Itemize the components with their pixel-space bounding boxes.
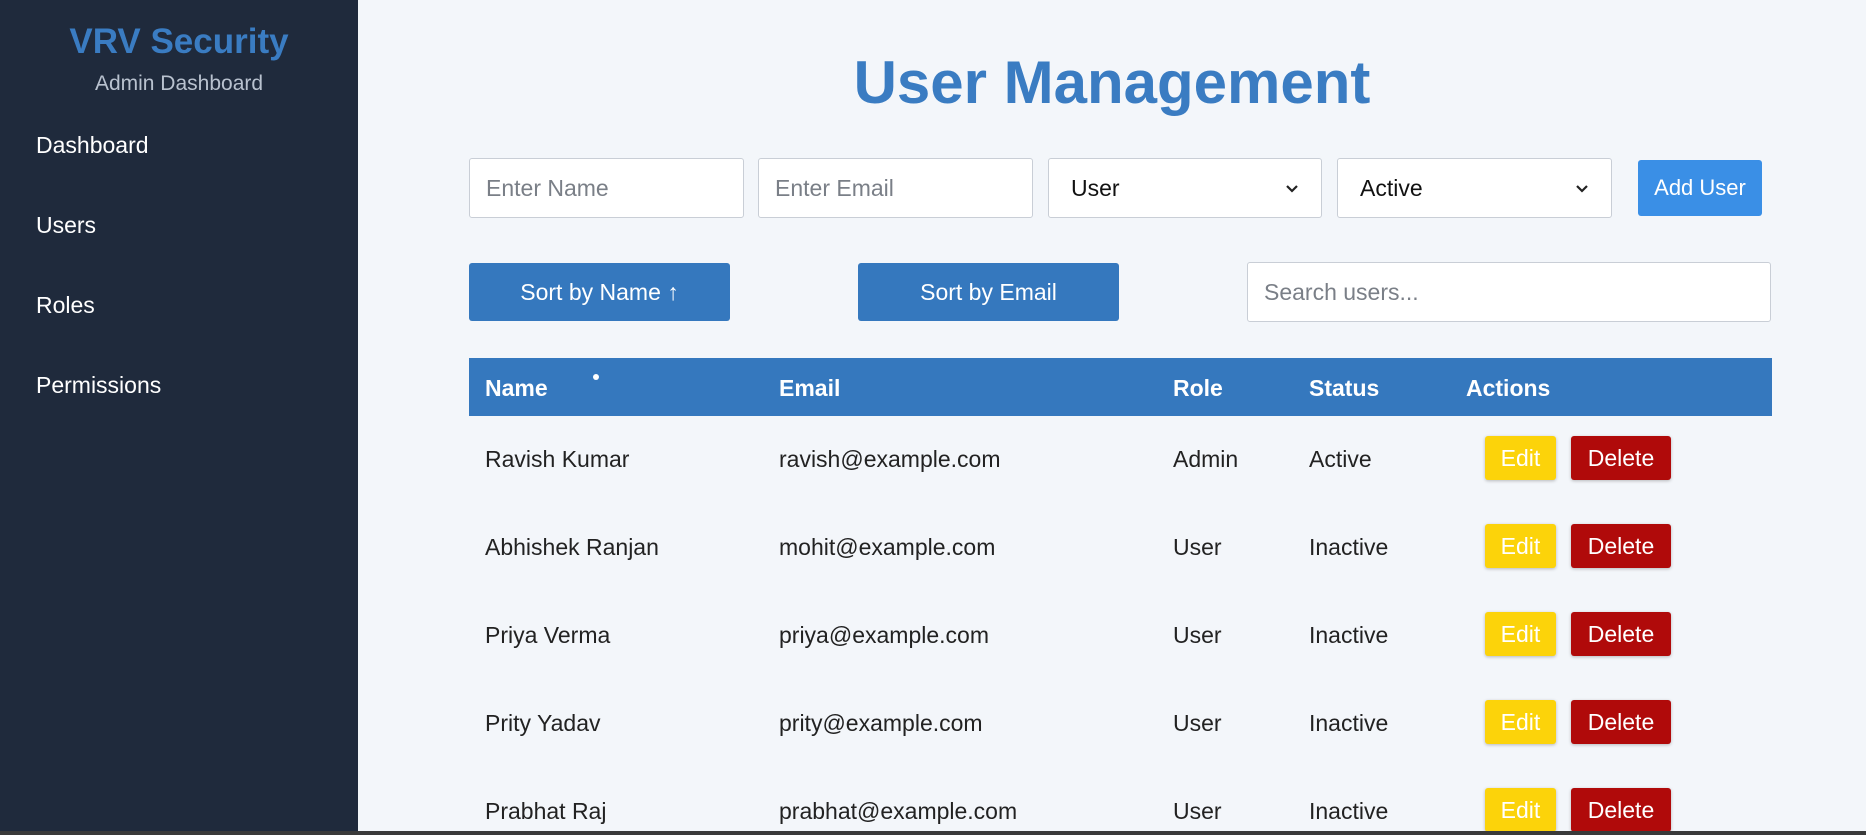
email-input[interactable] bbox=[758, 158, 1033, 218]
cell-email: ravish@example.com bbox=[779, 446, 1001, 472]
cell-name: Ravish Kumar bbox=[485, 446, 630, 472]
users-table: Name Email Role Status Actions Ravish Ku… bbox=[469, 358, 1772, 835]
status-select[interactable]: Active bbox=[1337, 158, 1612, 218]
main-content: User Management User Active Add User Sor… bbox=[358, 0, 1866, 835]
header-status: Status bbox=[1309, 375, 1380, 401]
edit-button[interactable]: Edit bbox=[1485, 524, 1556, 568]
sidebar-item-users[interactable]: Users bbox=[0, 208, 358, 288]
role-select-value: User bbox=[1071, 174, 1120, 201]
header-name[interactable]: Name bbox=[485, 375, 548, 402]
delete-button[interactable]: Delete bbox=[1571, 788, 1671, 832]
window-bottom-edge bbox=[0, 831, 1866, 835]
cell-status: Active bbox=[1309, 446, 1372, 472]
cell-status: Inactive bbox=[1309, 622, 1389, 648]
name-input[interactable] bbox=[469, 158, 744, 218]
sidebar-item-permissions[interactable]: Permissions bbox=[0, 368, 358, 448]
cell-role: User bbox=[1173, 798, 1222, 824]
cell-role: Admin bbox=[1173, 446, 1239, 472]
cell-name: Prity Yadav bbox=[485, 710, 601, 736]
role-select[interactable]: User bbox=[1048, 158, 1322, 218]
delete-button[interactable]: Delete bbox=[1571, 612, 1671, 656]
table-row: Ravish Kumar ravish@example.com Admin Ac… bbox=[469, 416, 1772, 504]
cell-name: Priya Verma bbox=[485, 622, 611, 648]
cell-status: Inactive bbox=[1309, 798, 1389, 824]
cell-email: prity@example.com bbox=[779, 710, 983, 736]
table-header: Name Email Role Status Actions bbox=[469, 358, 1772, 416]
sort-indicator-icon bbox=[593, 374, 599, 380]
page-title: User Management bbox=[853, 49, 1371, 116]
brand-subtitle: Admin Dashboard bbox=[94, 72, 264, 95]
chevron-down-icon bbox=[1285, 178, 1299, 199]
table-row: Abhishek Ranjan mohit@example.com User I… bbox=[469, 504, 1772, 592]
header-email[interactable]: Email bbox=[779, 375, 840, 402]
brand-title: VRV Security bbox=[69, 22, 289, 61]
delete-button[interactable]: Delete bbox=[1571, 700, 1671, 744]
cell-name: Abhishek Ranjan bbox=[485, 534, 659, 560]
sidebar-item-roles[interactable]: Roles bbox=[0, 288, 358, 368]
chevron-down-icon bbox=[1575, 178, 1589, 199]
header-actions: Actions bbox=[1466, 375, 1551, 401]
sort-by-name-button[interactable]: Sort by Name ↑ bbox=[469, 263, 730, 321]
add-user-button[interactable]: Add User bbox=[1638, 160, 1762, 216]
cell-email: priya@example.com bbox=[779, 622, 989, 648]
table-row: Priya Verma priya@example.com User Inact… bbox=[469, 592, 1772, 680]
sidebar-nav: Dashboard Users Roles Permissions bbox=[0, 128, 358, 448]
delete-button[interactable]: Delete bbox=[1571, 436, 1671, 480]
cell-email: prabhat@example.com bbox=[779, 798, 1018, 824]
delete-button[interactable]: Delete bbox=[1571, 524, 1671, 568]
cell-role: User bbox=[1173, 622, 1222, 648]
sort-by-email-button[interactable]: Sort by Email bbox=[858, 263, 1119, 321]
edit-button[interactable]: Edit bbox=[1485, 788, 1556, 832]
cell-role: User bbox=[1173, 710, 1222, 736]
cell-role: User bbox=[1173, 534, 1222, 560]
sidebar-item-dashboard[interactable]: Dashboard bbox=[0, 128, 358, 208]
cell-email: mohit@example.com bbox=[779, 534, 996, 560]
table-row: Prabhat Raj prabhat@example.com User Ina… bbox=[469, 768, 1772, 835]
edit-button[interactable]: Edit bbox=[1485, 700, 1556, 744]
cell-name: Prabhat Raj bbox=[485, 798, 607, 824]
edit-button[interactable]: Edit bbox=[1485, 436, 1556, 480]
status-select-value: Active bbox=[1360, 174, 1423, 201]
search-input[interactable] bbox=[1247, 262, 1771, 322]
header-role: Role bbox=[1173, 375, 1223, 401]
cell-status: Inactive bbox=[1309, 710, 1389, 736]
edit-button[interactable]: Edit bbox=[1485, 612, 1556, 656]
cell-status: Inactive bbox=[1309, 534, 1389, 560]
table-row: Prity Yadav prity@example.com User Inact… bbox=[469, 680, 1772, 768]
sidebar: VRV Security Admin Dashboard Dashboard U… bbox=[0, 0, 358, 835]
